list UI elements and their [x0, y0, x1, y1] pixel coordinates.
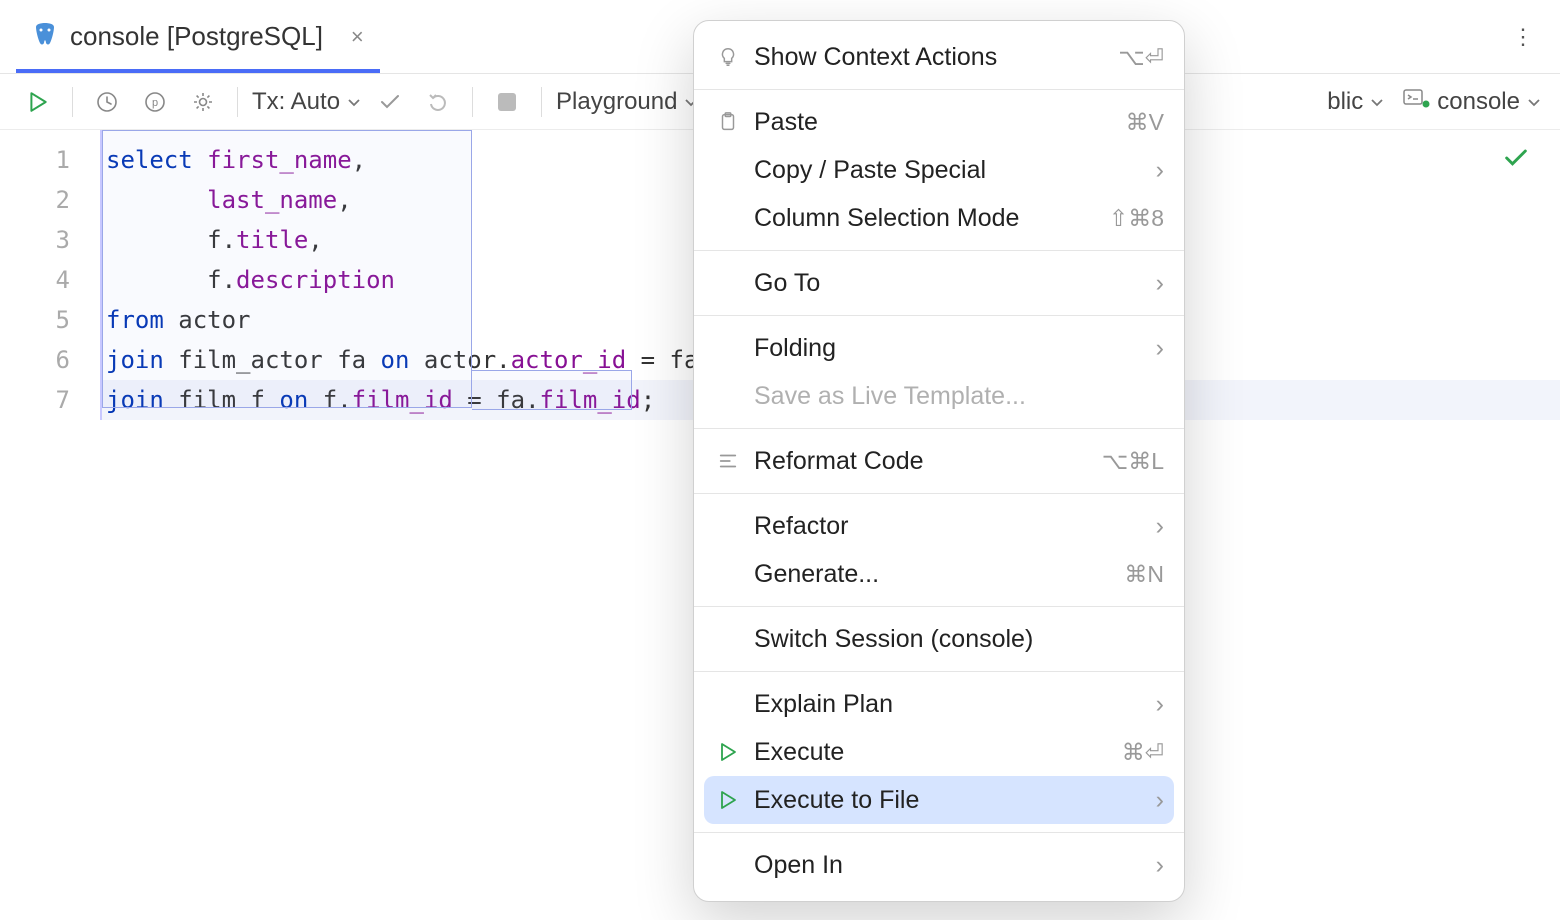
run-button[interactable] — [18, 82, 58, 122]
menu-separator — [694, 428, 1184, 429]
settings-icon[interactable] — [183, 82, 223, 122]
playground-label: Playground — [556, 88, 677, 116]
menu-refactor[interactable]: Refactor › — [694, 502, 1184, 550]
playground-dropdown[interactable]: Playground — [556, 88, 699, 116]
menu-reformat-code[interactable]: Reformat Code ⌥⌘L — [694, 437, 1184, 485]
menu-copy-paste-special[interactable]: Copy / Paste Special › — [694, 146, 1184, 194]
gutter: 1 2 3 4 5 6 7 — [0, 130, 100, 420]
shortcut: ⌘V — [1126, 109, 1164, 136]
menu-separator — [694, 832, 1184, 833]
menu-folding[interactable]: Folding › — [694, 324, 1184, 372]
menu-label: Save as Live Template... — [754, 382, 1164, 411]
menu-label: Go To — [754, 269, 1144, 298]
commit-icon[interactable] — [370, 82, 410, 122]
tx-mode-dropdown[interactable]: Tx: Auto — [252, 88, 362, 116]
menu-label: Column Selection Mode — [754, 204, 1097, 233]
chevron-right-icon: › — [1156, 512, 1164, 541]
menu-label: Show Context Actions — [754, 43, 1106, 72]
separator — [472, 87, 473, 117]
separator — [541, 87, 542, 117]
menu-separator — [694, 89, 1184, 90]
close-icon[interactable]: × — [351, 24, 364, 50]
menu-switch-session[interactable]: Switch Session (console) — [694, 615, 1184, 663]
menu-explain-plan[interactable]: Explain Plan › — [694, 680, 1184, 728]
chevron-right-icon: › — [1156, 334, 1164, 363]
menu-separator — [694, 671, 1184, 672]
menu-label: Execute to File — [754, 786, 1144, 815]
line-number: 4 — [0, 260, 70, 300]
line-number: 7 — [0, 380, 70, 420]
separator — [72, 87, 73, 117]
menu-save-live-template: Save as Live Template... — [694, 372, 1184, 420]
session-dropdown[interactable]: console — [1403, 87, 1542, 116]
context-menu: Show Context Actions ⌥⏎ Paste ⌘V Copy / … — [693, 20, 1185, 902]
line-number: 1 — [0, 140, 70, 180]
line-number: 5 — [0, 300, 70, 340]
menu-column-selection[interactable]: Column Selection Mode ⇧⌘8 — [694, 194, 1184, 242]
play-icon — [714, 790, 742, 810]
chevron-right-icon: › — [1156, 851, 1164, 880]
menu-label: Paste — [754, 108, 1114, 137]
menu-separator — [694, 315, 1184, 316]
menu-label: Refactor — [754, 512, 1144, 541]
svg-text:p: p — [152, 97, 158, 109]
shortcut: ⇧⌘8 — [1109, 205, 1164, 232]
session-icon — [1403, 87, 1431, 116]
schema-dropdown[interactable]: blic — [1327, 88, 1385, 116]
menu-execute[interactable]: Execute ⌘⏎ — [694, 728, 1184, 776]
chevron-right-icon: › — [1156, 156, 1164, 185]
menu-label: Switch Session (console) — [754, 625, 1164, 654]
menu-label: Explain Plan — [754, 690, 1144, 719]
bulb-icon — [714, 46, 742, 68]
menu-generate[interactable]: Generate... ⌘N — [694, 550, 1184, 598]
reformat-icon — [714, 450, 742, 472]
line-number: 6 — [0, 340, 70, 380]
clipboard-icon — [714, 111, 742, 133]
shortcut: ⌘N — [1124, 561, 1164, 588]
menu-separator — [694, 493, 1184, 494]
chevron-right-icon: › — [1156, 690, 1164, 719]
play-icon — [714, 742, 742, 762]
shortcut: ⌥⌘L — [1102, 448, 1164, 475]
history-icon[interactable] — [87, 82, 127, 122]
menu-separator — [694, 606, 1184, 607]
shortcut: ⌘⏎ — [1122, 739, 1164, 766]
p-icon[interactable]: p — [135, 82, 175, 122]
menu-show-context-actions[interactable]: Show Context Actions ⌥⏎ — [694, 33, 1184, 81]
shortcut: ⌥⏎ — [1118, 44, 1164, 71]
menu-execute-to-file[interactable]: Execute to File › — [704, 776, 1174, 824]
tab-console[interactable]: console [PostgreSQL] × — [16, 0, 380, 73]
menu-label: Reformat Code — [754, 447, 1090, 476]
menu-label: Folding — [754, 334, 1144, 363]
menu-paste[interactable]: Paste ⌘V — [694, 98, 1184, 146]
stop-button[interactable] — [487, 82, 527, 122]
menu-separator — [694, 250, 1184, 251]
menu-open-in[interactable]: Open In › — [694, 841, 1184, 889]
chevron-right-icon: › — [1156, 269, 1164, 298]
line-number: 2 — [0, 180, 70, 220]
menu-label: Generate... — [754, 560, 1112, 589]
menu-label: Copy / Paste Special — [754, 156, 1144, 185]
separator — [237, 87, 238, 117]
menu-label: Execute — [754, 738, 1110, 767]
tab-title: console [PostgreSQL] — [70, 21, 323, 52]
postgres-icon — [32, 23, 58, 51]
session-label: console — [1437, 88, 1520, 116]
schema-label: blic — [1327, 88, 1363, 116]
more-menu-icon[interactable]: ⋮ — [1512, 24, 1536, 50]
line-number: 3 — [0, 220, 70, 260]
tx-label: Tx: Auto — [252, 88, 340, 116]
status-ok-icon — [1502, 144, 1530, 177]
menu-go-to[interactable]: Go To › — [694, 259, 1184, 307]
menu-label: Open In — [754, 851, 1144, 880]
rollback-icon[interactable] — [418, 82, 458, 122]
chevron-right-icon: › — [1156, 786, 1164, 815]
